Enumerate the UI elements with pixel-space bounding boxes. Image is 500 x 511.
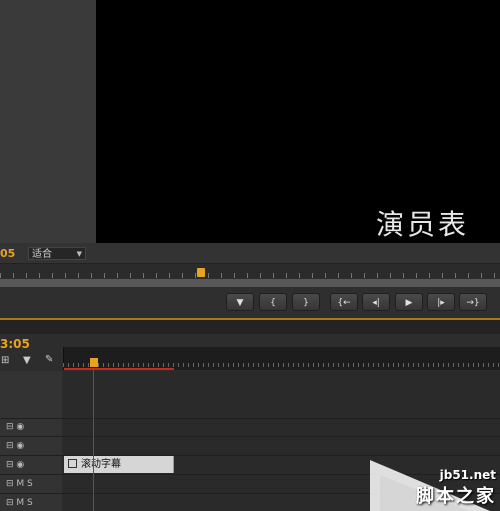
title-clip[interactable]: 滚动字幕 — [64, 456, 174, 473]
track-header-audio[interactable]: ⊟ M S — [6, 479, 33, 489]
playhead-line[interactable] — [93, 370, 94, 511]
step-forward-button[interactable]: |▸ — [427, 293, 455, 311]
monitor-overlay-text: 演员表 — [376, 208, 470, 241]
mark-out-button[interactable]: } — [292, 293, 320, 311]
go-to-out-button[interactable]: →} — [459, 293, 487, 311]
work-area-bar[interactable] — [64, 368, 174, 370]
title-clip-label: 滚动字幕 — [81, 459, 121, 470]
marker-icon[interactable]: ▼ — [23, 355, 31, 366]
fit-dropdown-value: 适合 — [32, 249, 52, 260]
watermark: jb51.net 脚本之家 — [360, 450, 500, 511]
left-panel — [0, 0, 96, 243]
play-button[interactable]: ▶ — [395, 293, 423, 311]
monitor-timecode[interactable]: 05 — [0, 247, 15, 260]
title-clip-icon — [68, 459, 77, 468]
fit-dropdown[interactable]: 适合 ▼ — [28, 247, 86, 260]
wrench-icon[interactable]: ✎ — [45, 354, 53, 365]
track-header-audio[interactable]: ⊟ M S — [6, 498, 33, 508]
track-header-video[interactable]: ⊟ ◉ — [6, 460, 24, 470]
track-divider — [0, 418, 500, 419]
step-back-button[interactable]: ◂| — [362, 293, 390, 311]
monitor-zoom-scrollbar[interactable] — [0, 279, 500, 287]
watermark-site: jb51.net — [439, 468, 496, 482]
monitor-ruler-ticks — [0, 273, 500, 278]
track-divider — [0, 436, 500, 437]
timeline-playhead-icon[interactable] — [90, 358, 98, 367]
add-marker-button[interactable]: ▼ — [226, 293, 254, 311]
timeline-tools: ⊞ ▼ ✎ — [0, 352, 62, 370]
track-header-video[interactable]: ⊟ ◉ — [6, 441, 24, 451]
timeline-ruler-ticks — [63, 363, 500, 367]
timeline-timecode[interactable]: 3:05 — [0, 337, 30, 351]
go-to-in-button[interactable]: {← — [330, 293, 358, 311]
snap-icon[interactable]: ⊞ — [1, 355, 9, 366]
watermark-name: 脚本之家 — [416, 486, 496, 507]
sequence-tab-bar[interactable] — [0, 318, 500, 334]
mark-in-button[interactable]: { — [259, 293, 287, 311]
track-header-video[interactable]: ⊟ ◉ — [6, 422, 24, 432]
monitor-playhead-icon[interactable] — [197, 268, 205, 277]
chevron-down-icon: ▼ — [76, 250, 82, 258]
